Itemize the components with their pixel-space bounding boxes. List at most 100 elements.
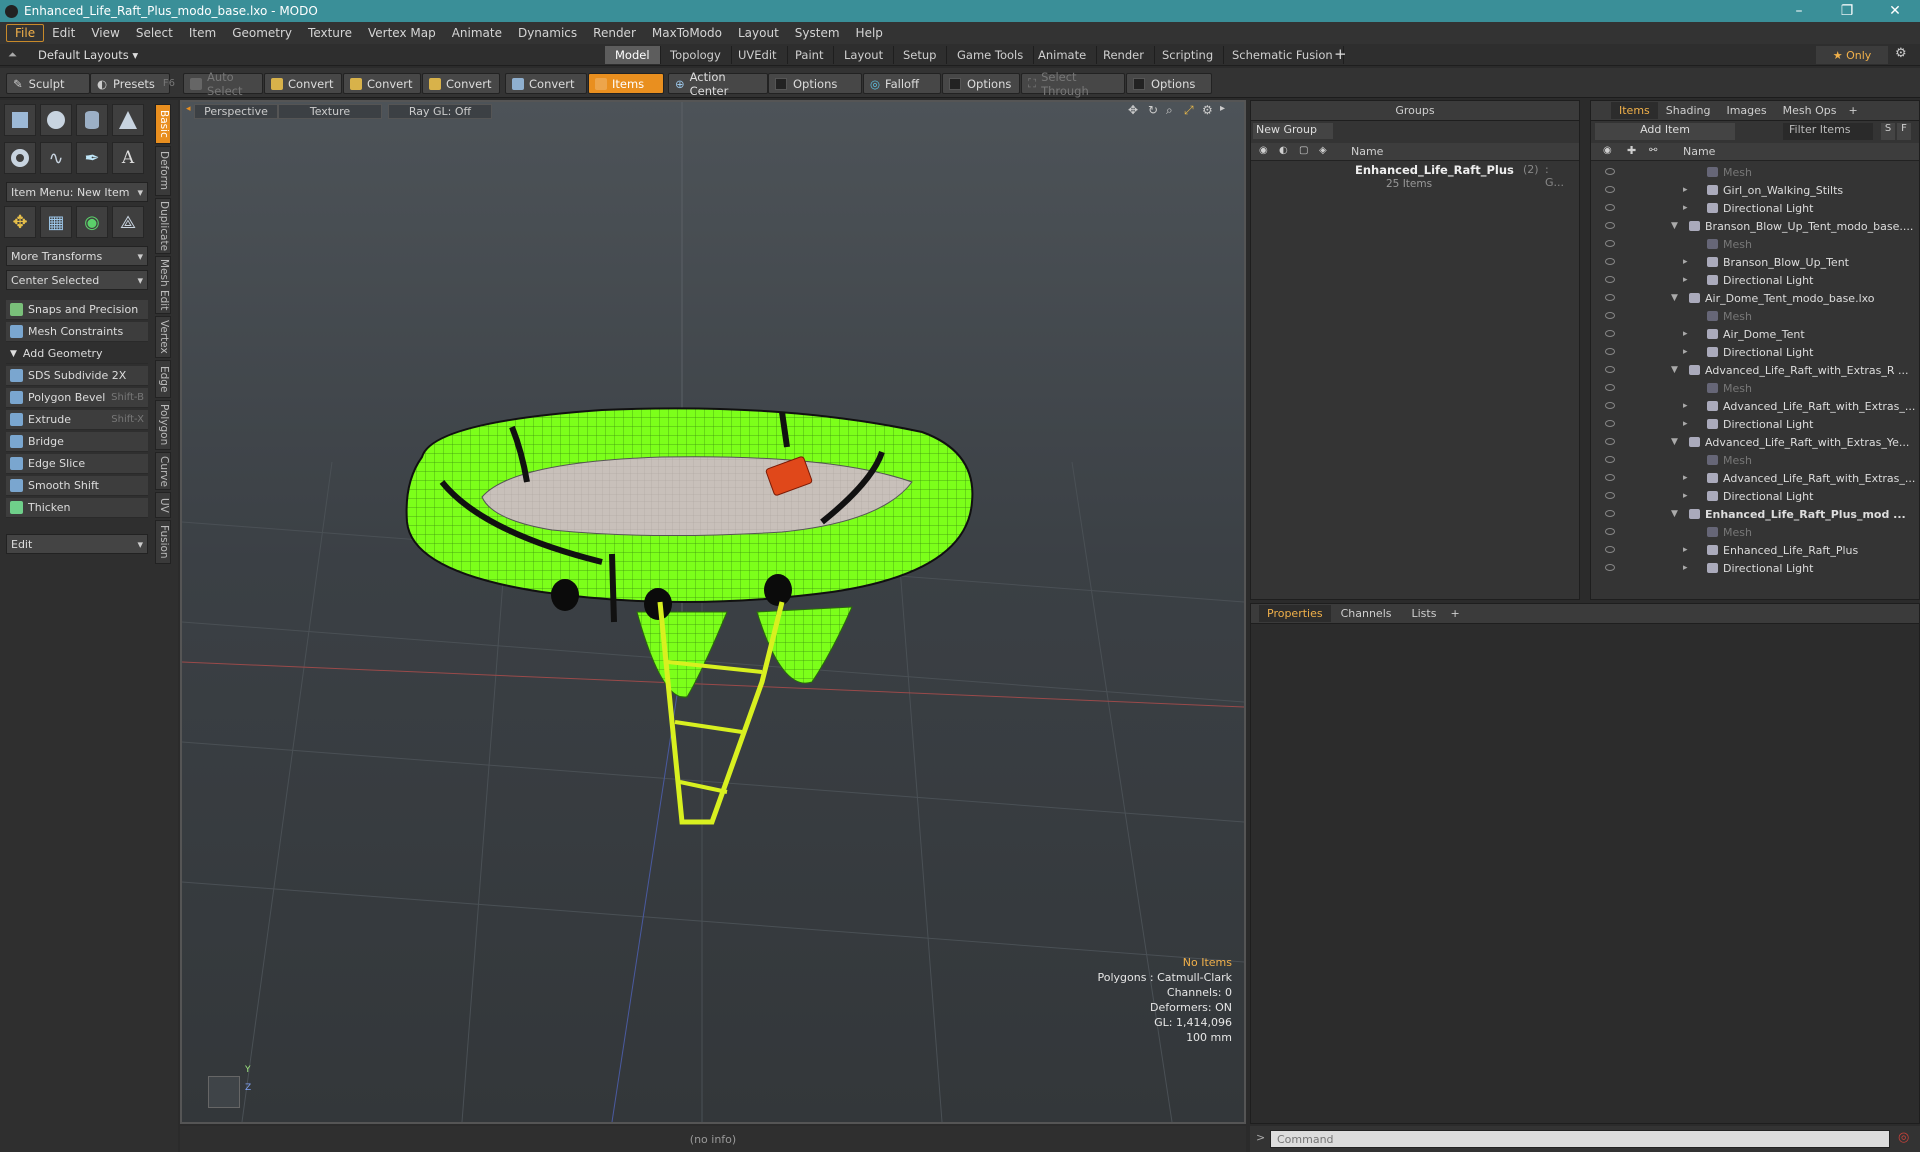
eye-icon[interactable]	[1605, 528, 1615, 535]
list-item[interactable]: Mesh	[1591, 451, 1919, 469]
list-item[interactable]: ▼ Enhanced_Life_Raft_Plus_mod ...	[1591, 505, 1919, 523]
command-input[interactable]	[1270, 1130, 1890, 1148]
menu-animate[interactable]: Animate	[444, 25, 510, 41]
life-raft-model[interactable]	[405, 407, 974, 825]
eye-icon[interactable]	[1605, 492, 1615, 499]
cone-primitive-button[interactable]	[112, 104, 144, 136]
tab-schematic-fusion[interactable]: Schematic Fusion	[1222, 46, 1344, 64]
expand-arrow-icon[interactable]: ▸	[1683, 563, 1688, 573]
list-item[interactable]: Mesh	[1591, 307, 1919, 325]
tab-channels[interactable]: Channels	[1331, 605, 1402, 622]
more-transforms-dropdown[interactable]: More Transforms	[6, 246, 148, 266]
expand-arrow-icon[interactable]: ▼	[1671, 221, 1678, 231]
record-icon[interactable]: ◎	[1898, 1130, 1909, 1145]
side-tab-curve[interactable]: Curve	[155, 452, 171, 490]
filter-items-field[interactable]: Filter Items	[1783, 123, 1873, 140]
expand-arrow-icon[interactable]: ▸	[1683, 347, 1688, 357]
filter-s-button[interactable]: S	[1881, 123, 1895, 140]
extrude-button[interactable]: Extrude Shift-X	[6, 410, 148, 430]
list-item[interactable]: ▸ Directional Light	[1591, 343, 1919, 361]
list-item[interactable]: Mesh	[1591, 163, 1919, 181]
add-geometry-header[interactable]: ▼ Add Geometry	[6, 344, 148, 364]
eye-icon[interactable]	[1605, 474, 1615, 481]
list-item[interactable]: Mesh	[1591, 523, 1919, 541]
side-tab-edge[interactable]: Edge	[155, 360, 171, 398]
list-item[interactable]: ▸ Directional Light	[1591, 199, 1919, 217]
menu-geometry[interactable]: Geometry	[224, 25, 300, 41]
convert-vertices-button[interactable]: Convert	[264, 73, 342, 94]
expand-arrow-icon[interactable]: ▼	[1671, 293, 1678, 303]
menu-layout[interactable]: Layout	[730, 25, 787, 41]
action-center-options-button[interactable]: Options	[768, 73, 862, 94]
eye-icon[interactable]	[1605, 348, 1615, 355]
eye-icon[interactable]	[1605, 438, 1615, 445]
eye-icon[interactable]	[1605, 384, 1615, 391]
thicken-button[interactable]: Thicken	[6, 498, 148, 518]
bridge-button[interactable]: Bridge	[6, 432, 148, 452]
expand-arrow-icon[interactable]: ▸	[1683, 545, 1688, 555]
center-selected-dropdown[interactable]: Center Selected	[6, 270, 148, 290]
add-item-dropdown[interactable]: Add Item	[1595, 123, 1735, 140]
only-toggle[interactable]: ★ Only	[1816, 46, 1888, 64]
falloff-options-button[interactable]: Options	[942, 73, 1020, 94]
expand-arrow-icon[interactable]: ▸	[1683, 491, 1688, 501]
tab-setup[interactable]: Setup	[893, 46, 948, 64]
list-item[interactable]: ▼ Branson_Blow_Up_Tent_modo_base....	[1591, 217, 1919, 235]
text-primitive-button[interactable]: A	[112, 142, 144, 174]
new-group-button[interactable]: New Group	[1253, 123, 1333, 139]
grid-button[interactable]: ▦	[40, 206, 72, 238]
list-item[interactable]: ▸ Directional Light	[1591, 271, 1919, 289]
menu-select[interactable]: Select	[128, 25, 181, 41]
eye-icon[interactable]	[1605, 510, 1615, 517]
tab-model[interactable]: Model	[605, 46, 661, 64]
3d-viewport[interactable]: ◂ Perspective Texture Ray GL: Off ✥ ↻ ⌕ …	[180, 100, 1246, 1124]
side-tab-mesh-edit[interactable]: Mesh Edit	[155, 256, 171, 314]
eye-icon[interactable]	[1605, 330, 1615, 337]
items-mode-button[interactable]: Items	[588, 73, 664, 94]
expand-arrow-icon[interactable]: ▸	[1683, 401, 1688, 411]
mesh-constraints-button[interactable]: Mesh Constraints	[6, 322, 148, 342]
eye-icon[interactable]	[1605, 294, 1615, 301]
expand-arrow-icon[interactable]: ▸	[1683, 257, 1688, 267]
cube-primitive-button[interactable]	[4, 104, 36, 136]
tab-shading[interactable]: Shading	[1658, 102, 1719, 119]
eye-icon[interactable]	[1605, 402, 1615, 409]
list-item[interactable]: ▸ Advanced_Life_Raft_with_Extras_...	[1591, 469, 1919, 487]
tab-items[interactable]: Items	[1611, 102, 1658, 119]
list-item[interactable]: ▼ Air_Dome_Tent_modo_base.lxo	[1591, 289, 1919, 307]
convert-items-button[interactable]: Convert	[505, 73, 587, 94]
expand-arrow-icon[interactable]: ▸	[1683, 329, 1688, 339]
filter-f-button[interactable]: F	[1897, 123, 1911, 140]
transform-button[interactable]: ✥	[4, 206, 36, 238]
side-tab-deform[interactable]: Deform	[155, 146, 171, 196]
tab-scripting[interactable]: Scripting	[1152, 46, 1225, 64]
sculpt-button[interactable]: ✎ Sculpt	[6, 73, 90, 94]
expand-arrow-icon[interactable]: ▸	[1683, 419, 1688, 429]
tube-primitive-button[interactable]: ∿	[40, 142, 72, 174]
list-item[interactable]: ▸ Directional Light	[1591, 415, 1919, 433]
menu-item[interactable]: Item	[181, 25, 224, 41]
globe-button[interactable]: ◉	[76, 206, 108, 238]
side-tab-vertex[interactable]: Vertex	[155, 316, 171, 358]
tab-animate[interactable]: Animate	[1028, 46, 1098, 64]
auto-select-button[interactable]: Auto Select	[183, 70, 263, 98]
falloff-button[interactable]: ◎ Falloff	[863, 73, 941, 94]
tab-layout[interactable]: Layout	[834, 46, 895, 64]
polygon-bevel-button[interactable]: Polygon Bevel Shift-B	[6, 388, 148, 408]
add-tab-button[interactable]: +	[1845, 102, 1862, 119]
convert-polygons-button[interactable]: Convert	[422, 73, 500, 94]
side-tab-uv[interactable]: UV	[155, 492, 171, 518]
smooth-shift-button[interactable]: Smooth Shift	[6, 476, 148, 496]
maximize-button[interactable]: ❐	[1824, 0, 1870, 22]
close-button[interactable]: ✕	[1872, 0, 1918, 22]
item-menu-dropdown[interactable]: Item Menu: New Item	[6, 182, 148, 202]
tab-paint[interactable]: Paint	[785, 46, 835, 64]
expand-arrow-icon[interactable]: ▸	[1683, 473, 1688, 483]
expand-arrow-icon[interactable]: ▸	[1683, 203, 1688, 213]
list-item[interactable]: ▸ Enhanced_Life_Raft_Plus	[1591, 541, 1919, 559]
snaps-precision-button[interactable]: Snaps and Precision	[6, 300, 148, 320]
cylinder-primitive-button[interactable]	[76, 104, 108, 136]
eye-icon[interactable]	[1605, 186, 1615, 193]
list-item[interactable]: ▸ Advanced_Life_Raft_with_Extras_...	[1591, 397, 1919, 415]
eye-icon[interactable]	[1605, 168, 1615, 175]
